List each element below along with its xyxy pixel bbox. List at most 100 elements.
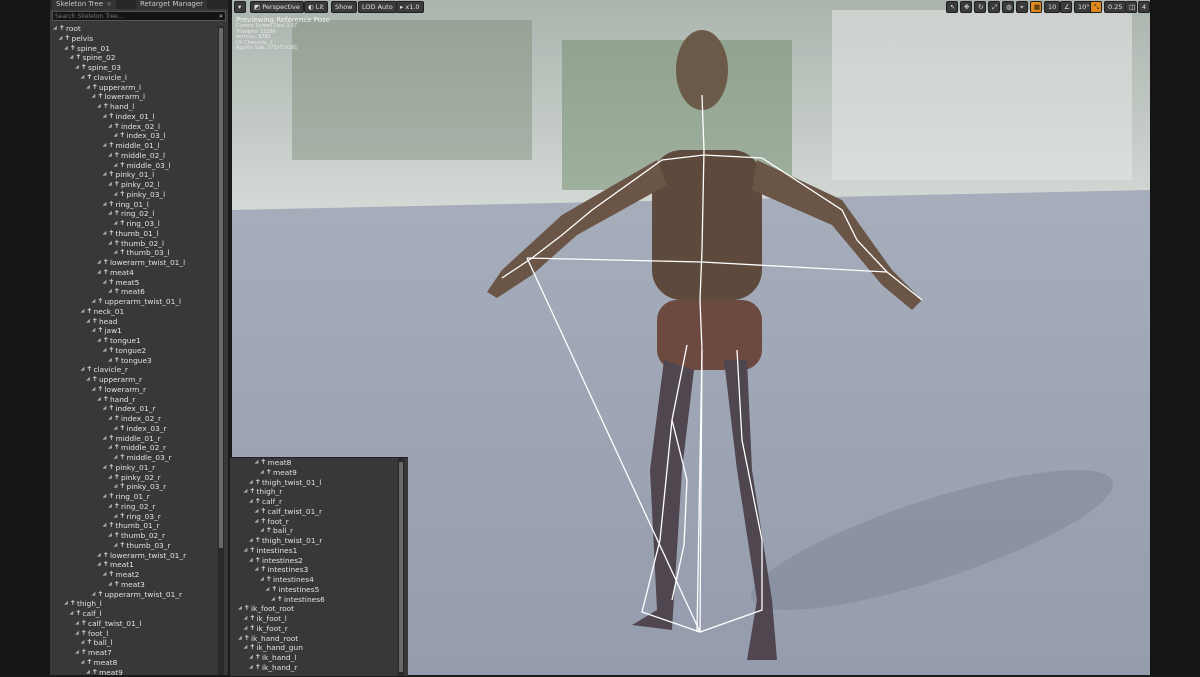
expand-arrow-icon[interactable]: ◢ (103, 463, 107, 473)
tree-row[interactable]: ◢✝ring_03_r (50, 512, 220, 522)
tree-row[interactable]: ◢✝pinky_01_l (50, 170, 220, 180)
tree-row[interactable]: ◢✝thigh_twist_01_l (230, 478, 400, 488)
show-button[interactable]: Show (331, 1, 357, 13)
close-icon[interactable]: × (106, 0, 112, 8)
tree-row[interactable]: ◢✝lowerarm_r (50, 385, 220, 395)
tree-row[interactable]: ◢✝pinky_02_r (50, 473, 220, 483)
tree-row[interactable]: ◢✝upperarm_twist_01_r (50, 590, 220, 600)
expand-arrow-icon[interactable]: ◢ (108, 414, 112, 424)
tree-row[interactable]: ◢✝pelvis (50, 34, 220, 44)
tree-row[interactable]: ◢✝clavicle_l (50, 73, 220, 83)
angle-snap-icon[interactable]: ∠ (1060, 1, 1072, 13)
tree-row[interactable]: ◢✝index_02_l (50, 122, 220, 132)
tree-row[interactable]: ◢✝lowerarm_twist_01_r (50, 551, 220, 561)
tree-row[interactable]: ◢✝hand_l (50, 102, 220, 112)
expand-arrow-icon[interactable]: ◢ (64, 44, 68, 54)
expand-arrow-icon[interactable]: ◢ (103, 404, 107, 414)
tree-row[interactable]: ◢✝meat9 (50, 668, 220, 677)
scrollbar-thumb[interactable] (219, 28, 223, 548)
camera-speed-icon[interactable]: ◫ (1125, 1, 1137, 13)
expand-arrow-icon[interactable]: ◢ (108, 151, 112, 161)
perspective-button[interactable]: ◩ Perspective (250, 1, 304, 13)
tree-row[interactable]: ◢✝meat2 (50, 570, 220, 580)
tree-row[interactable]: ◢✝ring_03_l (50, 219, 220, 229)
expand-arrow-icon[interactable]: ◢ (260, 575, 264, 585)
tree-row[interactable]: ◢✝ring_02_r (50, 502, 220, 512)
tree-row[interactable]: ◢✝meat3 (50, 580, 220, 590)
tree-row[interactable]: ◢✝middle_02_r (50, 443, 220, 453)
tree-row[interactable]: ◢✝calf_twist_01_r (230, 507, 400, 517)
expand-arrow-icon[interactable]: ◢ (271, 595, 275, 605)
tree-row[interactable]: ◢✝calf_twist_01_l (50, 619, 220, 629)
expand-arrow-icon[interactable]: ◢ (75, 619, 79, 629)
tree-row[interactable]: ◢✝upperarm_r (50, 375, 220, 385)
tree-row[interactable]: ◢✝intestines1 (230, 546, 400, 556)
tab-skeleton-tree[interactable]: Skeleton Tree× (52, 0, 116, 9)
expand-arrow-icon[interactable]: ◢ (81, 307, 85, 317)
tree-row[interactable]: ◢✝calf_l (50, 609, 220, 619)
expand-arrow-icon[interactable]: ◢ (81, 73, 85, 83)
expand-arrow-icon[interactable]: ◢ (249, 478, 253, 488)
expand-arrow-icon[interactable]: ◢ (108, 239, 112, 249)
tree-row[interactable]: ◢✝ring_02_l (50, 209, 220, 219)
tree-scrollbar[interactable] (218, 26, 224, 675)
tree-row[interactable]: ◢✝intestines3 (230, 565, 400, 575)
expand-arrow-icon[interactable]: ◢ (114, 219, 118, 229)
scale-snap-value[interactable]: 0.25 (1104, 1, 1126, 13)
tree-row[interactable]: ◢✝ball_r (230, 526, 400, 536)
expand-arrow-icon[interactable]: ◢ (249, 653, 253, 663)
expand-arrow-icon[interactable]: ◢ (108, 502, 112, 512)
tree-row[interactable]: ◢✝thumb_01_r (50, 521, 220, 531)
tree-row[interactable]: ◢✝thumb_03_r (50, 541, 220, 551)
grid-snap-icon[interactable]: ▦ (1030, 1, 1042, 13)
tree-row[interactable]: ◢✝meat9 (230, 468, 400, 478)
expand-arrow-icon[interactable]: ◢ (97, 268, 101, 278)
tree-row[interactable]: ◢✝thumb_03_l (50, 248, 220, 258)
expand-arrow-icon[interactable]: ◢ (108, 580, 112, 590)
tree-row[interactable]: ◢✝middle_03_l (50, 161, 220, 171)
expand-arrow-icon[interactable]: ◢ (86, 83, 90, 93)
viewport-options-button[interactable]: ▾ (234, 1, 246, 13)
expand-arrow-icon[interactable]: ◢ (260, 526, 264, 536)
scale-snap-icon[interactable]: ⤡ (1090, 1, 1102, 13)
tree-row[interactable]: ◢✝foot_r (230, 517, 400, 527)
expand-arrow-icon[interactable]: ◢ (108, 122, 112, 132)
expand-arrow-icon[interactable]: ◢ (59, 34, 63, 44)
tree-row[interactable]: ◢✝pinky_03_l (50, 190, 220, 200)
translate-icon[interactable]: ✥ (960, 1, 972, 13)
expand-arrow-icon[interactable]: ◢ (75, 629, 79, 639)
expand-arrow-icon[interactable]: ◢ (255, 565, 259, 575)
expand-arrow-icon[interactable]: ◢ (75, 63, 79, 73)
expand-arrow-icon[interactable]: ◢ (92, 590, 96, 600)
tree-row[interactable]: ◢✝pinky_03_r (50, 482, 220, 492)
expand-arrow-icon[interactable]: ◢ (244, 624, 248, 634)
expand-arrow-icon[interactable]: ◢ (53, 24, 57, 34)
expand-arrow-icon[interactable]: ◢ (97, 560, 101, 570)
expand-arrow-icon[interactable]: ◢ (108, 287, 112, 297)
expand-arrow-icon[interactable]: ◢ (238, 604, 242, 614)
tree-row[interactable]: ◢✝middle_01_l (50, 141, 220, 151)
tree-row[interactable]: ◢✝thigh_l (50, 599, 220, 609)
tree-row[interactable]: ◢✝ik_hand_r (230, 663, 400, 673)
tree-row[interactable]: ◢✝tongue2 (50, 346, 220, 356)
tree-row[interactable]: ◢✝thigh_twist_01_r (230, 536, 400, 546)
expand-arrow-icon[interactable]: ◢ (114, 482, 118, 492)
expand-arrow-icon[interactable]: ◢ (97, 551, 101, 561)
tree-row[interactable]: ◢✝upperarm_twist_01_l (50, 297, 220, 307)
tree-row[interactable]: ◢✝head (50, 317, 220, 327)
tree-row[interactable]: ◢✝middle_01_r (50, 434, 220, 444)
tree-row[interactable]: ◢✝ik_hand_root (230, 634, 400, 644)
tree-row[interactable]: ◢✝intestines5 (230, 585, 400, 595)
tree-row[interactable]: ◢✝clavicle_r (50, 365, 220, 375)
expand-arrow-icon[interactable]: ◢ (75, 648, 79, 658)
expand-arrow-icon[interactable]: ◢ (114, 541, 118, 551)
tree-row[interactable]: ◢✝ik_hand_l (230, 653, 400, 663)
tree-row[interactable]: ◢✝meat1 (50, 560, 220, 570)
expand-arrow-icon[interactable]: ◢ (103, 434, 107, 444)
expand-arrow-icon[interactable]: ◢ (255, 458, 259, 468)
expand-arrow-icon[interactable]: ◢ (103, 492, 107, 502)
tree-row[interactable]: ◢✝ik_foot_root (230, 604, 400, 614)
tree-row[interactable]: ◢✝meat8 (50, 658, 220, 668)
tree-row[interactable]: ◢✝spine_01 (50, 44, 220, 54)
tree-row[interactable]: ◢✝intestines4 (230, 575, 400, 585)
